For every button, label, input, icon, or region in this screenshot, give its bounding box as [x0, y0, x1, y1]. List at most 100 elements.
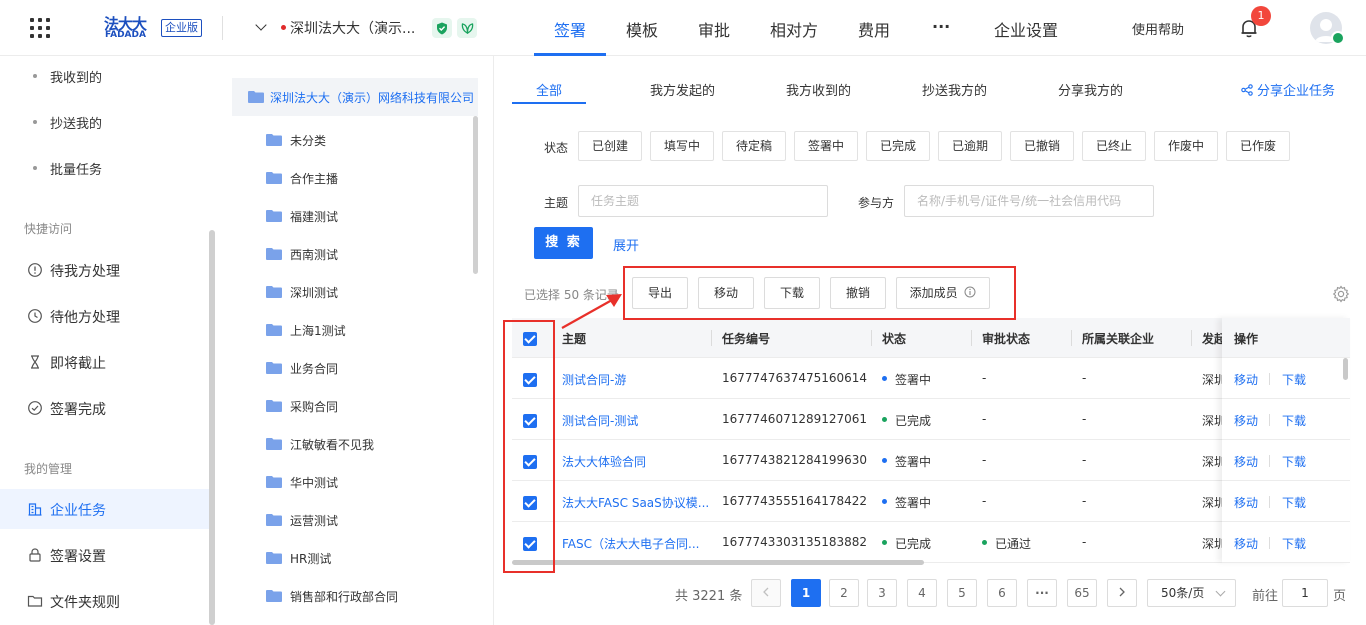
nav-approval[interactable]: 审批	[698, 17, 730, 41]
sidebar-scrollbar[interactable]	[209, 230, 215, 625]
share-enterprise-task-link[interactable]: 分享企业任务	[1241, 80, 1335, 99]
page-button[interactable]: 3	[867, 579, 897, 607]
expand-filters-link[interactable]: 展开	[613, 235, 639, 254]
folder-item[interactable]: 业务合同	[266, 358, 466, 378]
status-chip[interactable]: 已终止	[1082, 131, 1146, 161]
row-download-link[interactable]: 下载	[1282, 453, 1306, 470]
sidebar-item-folder-rules[interactable]: 文件夹规则	[0, 581, 210, 621]
folder-item[interactable]: 深圳测试	[266, 282, 466, 302]
app-grid-icon[interactable]	[30, 18, 50, 38]
folder-item[interactable]: 采购合同	[266, 396, 466, 416]
task-subject-link[interactable]: FASC（法大大电子合同...	[562, 535, 699, 552]
help-link[interactable]: 使用帮助	[1132, 19, 1184, 38]
sidebar-item-completed[interactable]: 签署完成	[0, 388, 210, 428]
nav-counterparty[interactable]: 相对方	[770, 17, 818, 41]
prev-page-button[interactable]	[751, 579, 781, 607]
sidebar-item-received[interactable]: 我收到的	[50, 67, 102, 86]
folder-item[interactable]: 合作主播	[266, 168, 466, 188]
folder-root[interactable]: 深圳法大大（演示）网络科技有限公司	[232, 78, 478, 116]
folder-item[interactable]: 福建测试	[266, 206, 466, 226]
next-page-button[interactable]	[1107, 579, 1137, 607]
folder-outline-icon	[27, 595, 43, 607]
page-button[interactable]: 2	[829, 579, 859, 607]
nav-fees[interactable]: 费用	[858, 17, 890, 41]
task-subject-link[interactable]: 测试合同-游	[562, 371, 626, 388]
folder-item[interactable]: 华中测试	[266, 472, 466, 492]
related-company: -	[1082, 371, 1087, 385]
row-move-link[interactable]: 移动	[1234, 453, 1258, 470]
task-subject-link[interactable]: 法大大FASC SaaS协议模...	[562, 494, 709, 511]
row-download-link[interactable]: 下载	[1282, 535, 1306, 552]
row-actions: 移动 下载	[1222, 440, 1350, 481]
row-move-link[interactable]: 移动	[1234, 371, 1258, 388]
folder-item[interactable]: 销售部和行政部合同	[266, 586, 466, 606]
status-chip[interactable]: 已逾期	[938, 131, 1002, 161]
row-download-link[interactable]: 下载	[1282, 412, 1306, 429]
column-approval: 审批状态	[982, 332, 1031, 346]
sidebar-item-pending-others[interactable]: 待他方处理	[0, 296, 210, 336]
tab-received[interactable]: 我方收到的	[786, 80, 851, 99]
folder-icon	[266, 476, 282, 488]
table-vertical-scrollbar[interactable]	[1343, 358, 1348, 380]
task-subject-link[interactable]: 测试合同-测试	[562, 412, 638, 429]
status-chip[interactable]: 已作废	[1226, 131, 1290, 161]
page-button[interactable]: 6	[987, 579, 1017, 607]
sidebar-item-cc-me[interactable]: 抄送我的	[50, 113, 102, 132]
page-button[interactable]: 5	[947, 579, 977, 607]
column-divider	[711, 330, 712, 346]
task-subject-link[interactable]: 法大大体验合同	[562, 453, 646, 470]
nav-template[interactable]: 模板	[626, 17, 658, 41]
row-download-link[interactable]: 下载	[1282, 371, 1306, 388]
sidebar-item-enterprise-tasks[interactable]: 企业任务	[0, 489, 210, 529]
page-ellipsis[interactable]: ···	[1027, 579, 1057, 607]
sidebar-item-deadline[interactable]: 即将截止	[0, 342, 210, 382]
task-number: 1677743303135183882	[722, 535, 868, 549]
row-move-link[interactable]: 移动	[1234, 535, 1258, 552]
page-button[interactable]: 4	[907, 579, 937, 607]
sidebar-item-sign-settings[interactable]: 签署设置	[0, 535, 210, 575]
verified-shield-icon	[432, 18, 452, 38]
folder-item[interactable]: 运营测试	[266, 510, 466, 530]
building-icon	[28, 503, 42, 516]
row-download-link[interactable]: 下载	[1282, 494, 1306, 511]
tab-all[interactable]: 全部	[536, 80, 562, 99]
status-chip[interactable]: 待定稿	[722, 131, 786, 161]
search-button[interactable]: 搜 索	[534, 227, 593, 259]
status-chip[interactable]: 作废中	[1154, 131, 1218, 161]
folder-item[interactable]: 西南测试	[266, 244, 466, 264]
participant-input[interactable]: 名称/手机号/证件号/统一社会信用代码	[904, 185, 1154, 217]
nav-enterprise-settings[interactable]: 企业设置	[994, 17, 1058, 41]
folder-icon	[266, 248, 282, 260]
folder-item[interactable]: 上海1测试	[266, 320, 466, 340]
folder-panel-scrollbar[interactable]	[473, 116, 478, 274]
subject-input[interactable]: 任务主题	[578, 185, 828, 217]
tab-shared[interactable]: 分享我方的	[1058, 80, 1123, 99]
status-chip[interactable]: 已创建	[578, 131, 642, 161]
chevron-down-icon[interactable]	[255, 19, 267, 31]
status-chip[interactable]: 已完成	[866, 131, 930, 161]
status-chip[interactable]: 已撤销	[1010, 131, 1074, 161]
bullet-icon	[33, 166, 37, 170]
status-chip[interactable]: 填写中	[650, 131, 714, 161]
status-chip[interactable]: 签署中	[794, 131, 858, 161]
tab-initiated[interactable]: 我方发起的	[650, 80, 715, 99]
goto-page-input[interactable]: 1	[1282, 579, 1328, 607]
folder-item[interactable]: 未分类	[266, 130, 466, 150]
page-button[interactable]: 1	[791, 579, 821, 607]
folder-icon	[266, 438, 282, 450]
gear-icon[interactable]	[1332, 285, 1350, 303]
page-button[interactable]: 65	[1067, 579, 1097, 607]
folder-item[interactable]: HR测试	[266, 548, 466, 568]
sidebar-item-pending-mine[interactable]: 待我方处理	[0, 250, 210, 290]
org-switcher[interactable]: 深圳法大大（演示...	[290, 18, 415, 38]
task-status: 签署中	[882, 371, 931, 388]
sidebar-item-batch[interactable]: 批量任务	[50, 159, 102, 178]
tab-cc[interactable]: 抄送我方的	[922, 80, 987, 99]
folder-item[interactable]: 江敏敏看不见我	[266, 434, 466, 454]
row-move-link[interactable]: 移动	[1234, 494, 1258, 511]
table-horizontal-scrollbar[interactable]	[512, 560, 924, 565]
nav-more[interactable]: ···	[932, 17, 950, 36]
row-move-link[interactable]: 移动	[1234, 412, 1258, 429]
status-filter-label: 状态	[544, 141, 569, 155]
nav-sign[interactable]: 签署	[554, 17, 586, 41]
